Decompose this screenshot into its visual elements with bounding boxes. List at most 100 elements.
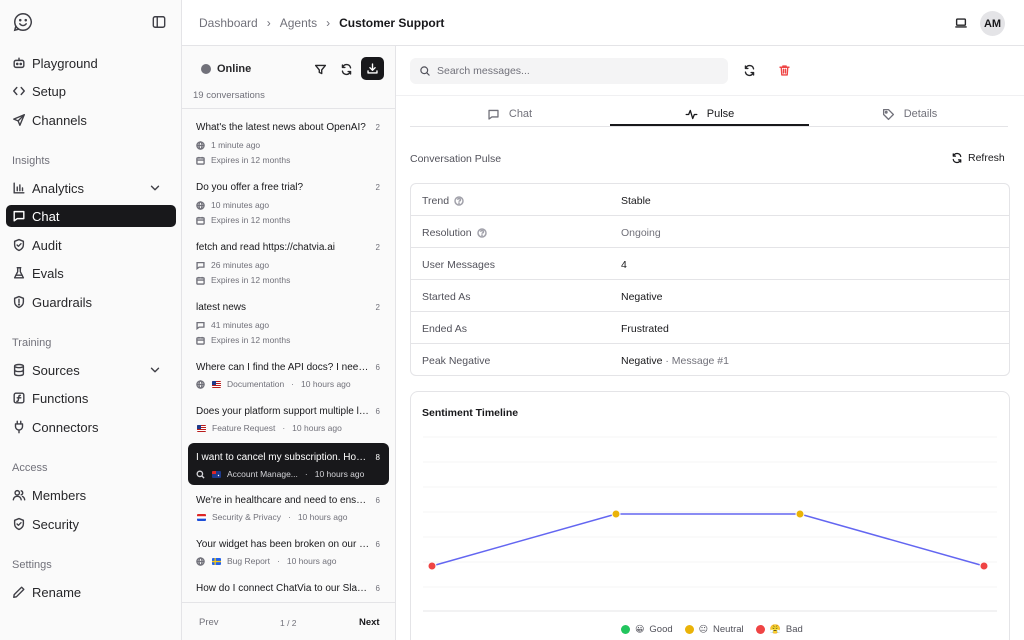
active-tab-indicator xyxy=(610,124,809,126)
conversation-title: latest news xyxy=(196,302,247,313)
sidebar-item-evals[interactable]: Evals xyxy=(6,262,176,284)
section-title-access: Access xyxy=(12,462,48,474)
data-point[interactable] xyxy=(611,509,621,519)
sidebar-item-members[interactable]: Members xyxy=(6,484,176,506)
angry-face-icon: 😤 xyxy=(769,624,781,634)
sidebar-toggle-icon[interactable] xyxy=(152,15,168,31)
sidebar-item-label: Setup xyxy=(32,83,66,99)
conversation-item[interactable]: latest news 2 41 minutes ago Expires in … xyxy=(188,302,389,352)
online-status[interactable]: Online xyxy=(201,63,251,75)
chevron-down-icon[interactable] xyxy=(148,181,162,195)
conversation-meta: Security & Privacy · 10 hours ago xyxy=(196,512,347,522)
help-icon[interactable] xyxy=(454,196,464,206)
tab-chat[interactable]: Chat xyxy=(410,103,609,125)
conversation-item[interactable]: What's the latest news about OpenAI? 2 1… xyxy=(188,122,389,172)
sidebar-item-functions[interactable]: Functions xyxy=(6,387,176,409)
conversation-title: How do I connect ChatVia to our Slack wo… xyxy=(196,583,371,594)
sidebar-item-audit[interactable]: Audit xyxy=(6,234,176,256)
refresh-icon[interactable] xyxy=(741,62,757,78)
sidebar-item-guardrails[interactable]: Guardrails xyxy=(6,291,176,313)
legend-item-good[interactable]: 😀 Good xyxy=(621,624,673,635)
se-flag-icon xyxy=(212,557,221,565)
property-row: Trend Stable xyxy=(411,184,1009,216)
logo-smiley-icon[interactable] xyxy=(12,11,34,33)
conversation-meta: 10 minutes ago xyxy=(196,200,269,210)
property-value: Negative xyxy=(621,291,663,303)
divider xyxy=(396,95,1024,96)
property-label: Peak Negative xyxy=(422,355,491,367)
users-icon xyxy=(12,488,26,502)
help-icon[interactable] xyxy=(476,228,487,238)
sidebar-item-channels[interactable]: Channels xyxy=(6,109,176,131)
conversation-item-selected[interactable]: I want to cancel my subscription. How do… xyxy=(188,443,389,485)
top-header: Dashboard › Agents › Customer Support AM xyxy=(182,0,1024,46)
conversation-meta: Account Manage... · 10 hours ago xyxy=(196,469,364,479)
conversation-count: 19 conversations xyxy=(193,90,265,101)
sidebar-item-rename[interactable]: Rename xyxy=(6,581,176,603)
property-label: Trend xyxy=(422,195,450,207)
sidebar-item-analytics[interactable]: Analytics xyxy=(6,177,176,199)
conversation-time: 10 minutes ago xyxy=(211,200,270,210)
flask-icon xyxy=(12,266,26,280)
conversation-title: Do you offer a free trial? xyxy=(196,182,304,193)
neutral-face-icon: 😐 xyxy=(698,624,709,634)
data-point[interactable] xyxy=(795,509,805,519)
conversation-title: Your widget has been broken on our site … xyxy=(196,539,371,550)
breadcrumb-dashboard[interactable]: Dashboard xyxy=(199,16,258,30)
property-value: Ongoing xyxy=(621,227,661,239)
sidebar: Playground Setup Channels Insights Analy… xyxy=(0,0,182,640)
property-value: Stable xyxy=(621,195,651,207)
sidebar-item-label: Rename xyxy=(32,584,82,600)
tab-details[interactable]: Details xyxy=(810,103,1009,125)
message-count: 2 xyxy=(375,183,380,192)
sidebar-item-sources[interactable]: Sources xyxy=(6,359,176,381)
conversation-item[interactable]: Do you offer a free trial? 2 10 minutes … xyxy=(188,182,389,232)
refresh-icon xyxy=(951,152,963,164)
page-indicator: 1 / 2 xyxy=(280,618,297,628)
breadcrumb-agents[interactable]: Agents xyxy=(280,16,317,30)
conversation-item[interactable]: How do I connect ChatVia to our Slack wo… xyxy=(188,583,389,603)
database-icon xyxy=(12,363,26,377)
tab-pulse[interactable]: Pulse xyxy=(610,103,809,125)
shield-icon xyxy=(12,517,26,531)
sidebar-item-chat[interactable]: Chat xyxy=(6,205,176,227)
conversation-time: 26 minutes ago xyxy=(211,260,270,270)
conversation-item[interactable]: Does your platform support multiple lang… xyxy=(188,406,389,442)
filter-icon[interactable] xyxy=(310,59,330,79)
conversation-tag: Security & Privacy xyxy=(212,512,281,522)
search-messages-input[interactable] xyxy=(437,65,717,77)
conversation-item[interactable]: fetch and read https://chatvia.ai 2 26 m… xyxy=(188,242,389,292)
delete-trash-icon[interactable] xyxy=(776,62,792,78)
sidebar-item-connectors[interactable]: Connectors xyxy=(6,416,176,438)
legend-item-neutral[interactable]: 😐 Neutral xyxy=(684,624,744,635)
data-point[interactable] xyxy=(427,561,437,571)
conversation-item[interactable]: Your widget has been broken on our site … xyxy=(188,539,389,575)
laptop-icon[interactable] xyxy=(954,16,968,30)
conversation-item[interactable]: We're in healthcare and need to ensure c… xyxy=(188,495,389,531)
conversation-time: 41 minutes ago xyxy=(211,320,270,330)
prev-page-button[interactable]: Prev xyxy=(199,617,219,628)
property-label: Resolution xyxy=(422,227,472,239)
avatar[interactable]: AM xyxy=(980,11,1005,36)
refresh-button[interactable]: Refresh xyxy=(951,152,1005,164)
grinning-face-icon: 😀 xyxy=(635,624,645,634)
conversation-time: 10 hours ago xyxy=(286,556,337,566)
legend-item-bad[interactable]: 😤 Bad xyxy=(755,624,803,635)
chevron-down-icon[interactable] xyxy=(148,363,162,377)
conversation-item[interactable]: Where can I find the API docs? I need to… xyxy=(188,362,389,398)
message-icon xyxy=(487,108,500,121)
sidebar-item-playground[interactable]: Playground xyxy=(6,52,176,74)
data-point[interactable] xyxy=(979,561,989,571)
sidebar-item-security[interactable]: Security xyxy=(6,513,176,535)
chart-legend: 😀 Good 😐 Neutral 😤 Bad xyxy=(621,624,815,635)
divider xyxy=(182,108,395,109)
shield-alert-icon xyxy=(12,295,26,309)
sidebar-item-setup[interactable]: Setup xyxy=(6,80,176,102)
property-value-sub: · Message #1 xyxy=(662,355,729,367)
download-button[interactable] xyxy=(361,57,384,80)
conversation-meta: Expires in 12 months xyxy=(196,335,290,345)
conversation-meta: Documentation · 10 hours ago xyxy=(196,379,351,389)
refresh-icon[interactable] xyxy=(336,59,356,79)
property-label: Ended As xyxy=(422,323,467,335)
next-page-button[interactable]: Next xyxy=(359,617,380,628)
